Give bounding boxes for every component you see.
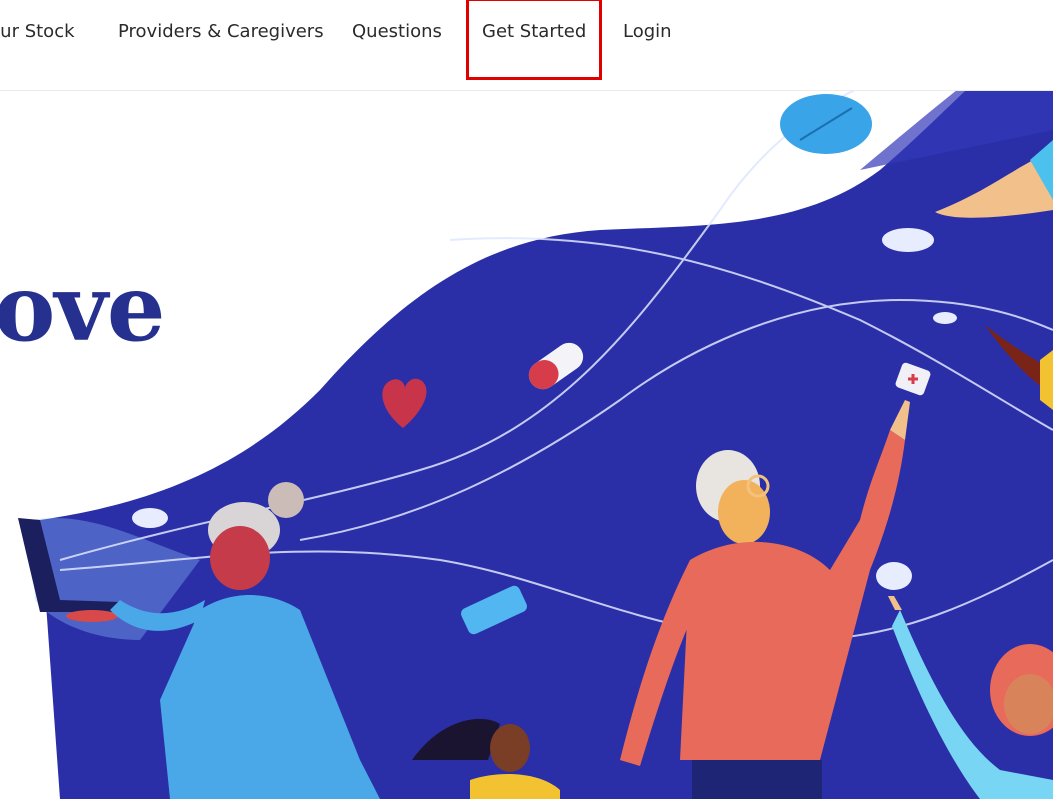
nav-item-questions[interactable]: Questions: [352, 18, 442, 46]
hero-headline-fragment: ove: [0, 254, 165, 362]
pill-white-4: [876, 562, 912, 590]
nav-item-login[interactable]: Login: [623, 18, 672, 46]
hero-illustration: [18, 20, 1053, 799]
get-started-highlight-box: [466, 0, 602, 80]
pill-white-2: [933, 312, 957, 324]
pill-white-3: [132, 508, 168, 528]
nav-item-our-stock[interactable]: Our Stock: [0, 18, 75, 46]
nav-item-providers-caregivers[interactable]: Providers & Caregivers: [118, 18, 324, 46]
top-navigation: Our Stock Providers & Caregivers Questio…: [0, 0, 1053, 91]
pill-white-1: [882, 228, 934, 252]
